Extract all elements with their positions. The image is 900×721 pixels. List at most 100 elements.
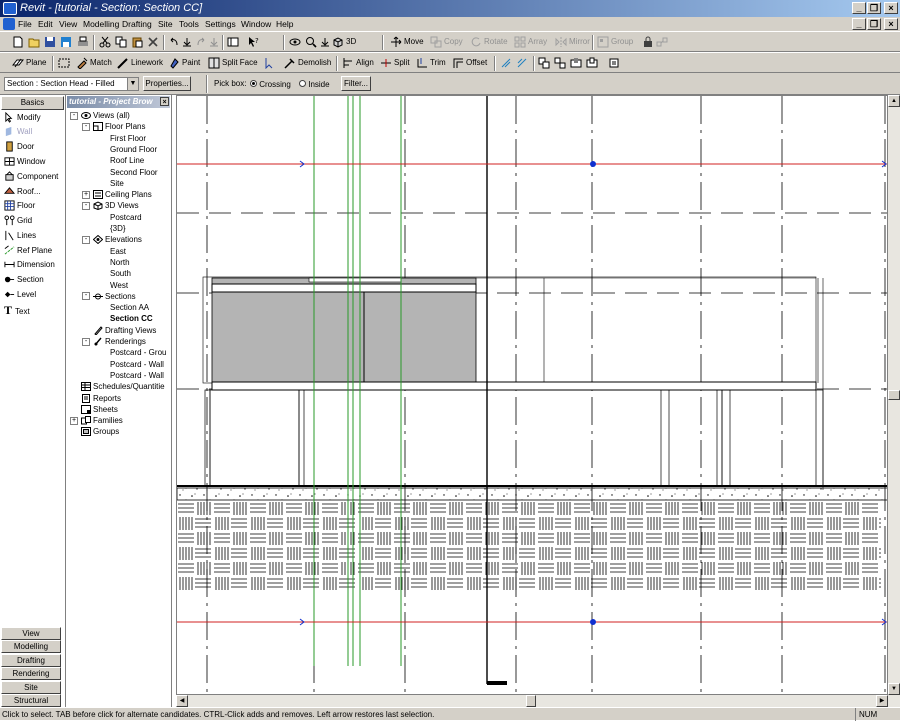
menu-site[interactable]: Site <box>158 18 173 30</box>
browser-item[interactable]: Section AA <box>110 302 149 313</box>
browser-item[interactable]: Ground Floor <box>110 144 157 155</box>
inside-radio[interactable]: Inside <box>299 76 330 93</box>
wall-tool[interactable]: Wall <box>4 125 32 139</box>
browser-item[interactable]: Site <box>110 178 124 189</box>
floor-tool[interactable]: Floor <box>4 199 35 213</box>
grid-tool[interactable]: Grid <box>4 214 32 228</box>
browser-item[interactable]: 3D Views <box>105 200 139 211</box>
crossing-radio[interactable]: Crossing <box>250 76 291 93</box>
demolish-button[interactable]: Demolish <box>284 54 331 71</box>
section-view-drawing[interactable] <box>177 96 888 695</box>
menu-modelling[interactable]: Modelling <box>83 18 119 30</box>
redo-icon[interactable] <box>195 33 209 50</box>
browser-item[interactable]: Elevations <box>105 234 142 245</box>
close-button[interactable]: × <box>884 2 898 14</box>
align-button[interactable]: Align <box>342 54 374 71</box>
copy-clipboard-icon[interactable] <box>608 54 622 71</box>
3d-view-icon[interactable]: 3D <box>332 33 356 50</box>
browser-item[interactable]: Ceiling Plans <box>105 189 152 200</box>
section-marker-bottom[interactable] <box>177 618 888 626</box>
zoom-dropdown-icon[interactable] <box>319 33 333 50</box>
print-icon[interactable] <box>77 33 91 50</box>
browser-item[interactable]: Families <box>93 415 123 426</box>
browser-item[interactable]: West <box>110 280 128 291</box>
tag-icon[interactable] <box>58 54 72 71</box>
doc-close-button[interactable]: × <box>884 18 898 30</box>
split-button[interactable]: Split <box>380 54 410 71</box>
browser-item[interactable]: Postcard <box>110 212 142 223</box>
browser-item[interactable]: Postcard - Grou <box>110 347 166 358</box>
tab-modelling[interactable]: Modelling <box>1 640 61 653</box>
browser-item[interactable]: Sheets <box>93 404 118 415</box>
expand-icon[interactable]: + <box>70 416 78 425</box>
cut-icon[interactable] <box>99 33 113 50</box>
design-bar-header[interactable]: Basics <box>1 96 64 110</box>
level-tool[interactable]: Level <box>4 288 36 302</box>
scroll-up-icon[interactable]: ▲ <box>888 95 900 107</box>
lock-icon[interactable] <box>642 33 656 50</box>
tab-structural[interactable]: Structural <box>1 694 61 707</box>
doc-minimize-button[interactable]: _ <box>852 18 866 30</box>
vertical-scroll-thumb[interactable] <box>888 390 900 400</box>
section-head[interactable] <box>487 681 507 685</box>
dimension-view-icon[interactable] <box>227 33 241 50</box>
paste-icon[interactable] <box>131 33 145 50</box>
browser-item[interactable]: Roof Line <box>110 155 144 166</box>
drawing-canvas[interactable] <box>176 95 888 695</box>
collapse-icon[interactable]: - <box>82 201 90 210</box>
section-tool[interactable]: Section <box>4 273 44 287</box>
restore-button[interactable]: ❐ <box>867 2 881 14</box>
save-blue-icon[interactable] <box>60 33 74 50</box>
select-icon[interactable] <box>264 54 278 71</box>
menu-tools[interactable]: Tools <box>179 18 199 30</box>
scroll-down-icon[interactable]: ▼ <box>888 683 900 695</box>
scroll-right-icon[interactable]: ▶ <box>876 695 888 707</box>
browser-item[interactable]: Drafting Views <box>105 325 156 336</box>
browser-item[interactable]: Sections <box>105 291 136 302</box>
browser-item[interactable]: {3D} <box>110 223 126 234</box>
collapse-icon[interactable]: - <box>82 122 90 131</box>
vertical-scrollbar[interactable]: ▲ ▼ <box>888 95 900 707</box>
browser-item[interactable]: Renderings <box>105 336 146 347</box>
horizontal-scrollbar[interactable]: ◀ ▶ <box>176 695 888 707</box>
array-button[interactable]: Array <box>514 33 547 50</box>
move-button[interactable]: Move <box>390 33 424 50</box>
collapse-icon[interactable]: - <box>82 292 90 301</box>
join-geometry-icon[interactable] <box>538 54 552 71</box>
browser-item[interactable]: Postcard - Wall <box>110 359 164 370</box>
browser-item[interactable]: Section CC <box>110 313 153 324</box>
modify-tool[interactable]: Modify <box>4 111 41 125</box>
doc-restore-button[interactable]: ❐ <box>867 18 881 30</box>
browser-item[interactable]: Schedules/Quantitie <box>93 381 165 392</box>
collapse-icon[interactable]: - <box>70 111 78 120</box>
browser-item[interactable]: Floor Plans <box>105 121 145 132</box>
browser-item[interactable]: South <box>110 268 131 279</box>
link-icon[interactable] <box>656 33 670 50</box>
zoom-icon[interactable] <box>305 33 319 50</box>
expand-icon[interactable]: + <box>82 190 90 199</box>
type-selector[interactable]: Section : Section Head - Filled ▼ <box>4 77 139 91</box>
collapse-icon[interactable]: - <box>82 235 90 244</box>
new-icon[interactable] <box>12 33 26 50</box>
project-browser-title[interactable]: tutorial - Project Brow × <box>67 96 170 108</box>
browser-item[interactable]: East <box>110 246 126 257</box>
offset-button[interactable]: Offset <box>452 54 487 71</box>
cut-geometry-icon[interactable] <box>570 54 584 71</box>
copy-button[interactable]: Copy <box>430 33 463 50</box>
menu-view[interactable]: View <box>59 18 77 30</box>
rotate-button[interactable]: Rotate <box>470 33 508 50</box>
menu-drafting[interactable]: Drafting <box>122 18 152 30</box>
uncut-geometry-icon[interactable] <box>586 54 600 71</box>
tab-view[interactable]: View <box>1 627 61 640</box>
work-plane-button[interactable]: Plane <box>12 54 46 71</box>
menu-file[interactable]: File <box>18 18 32 30</box>
wall-join-2-icon[interactable] <box>516 54 530 71</box>
wall-join-icon[interactable] <box>500 54 514 71</box>
revit-app-icon[interactable] <box>3 2 17 15</box>
component-tool[interactable]: Component <box>4 170 58 184</box>
linework-button[interactable]: Linework <box>117 54 163 71</box>
delete-icon[interactable] <box>147 33 161 50</box>
match-button[interactable]: Match <box>76 54 112 71</box>
door-tool[interactable]: Door <box>4 140 34 154</box>
browser-item[interactable]: Reports <box>93 393 121 404</box>
